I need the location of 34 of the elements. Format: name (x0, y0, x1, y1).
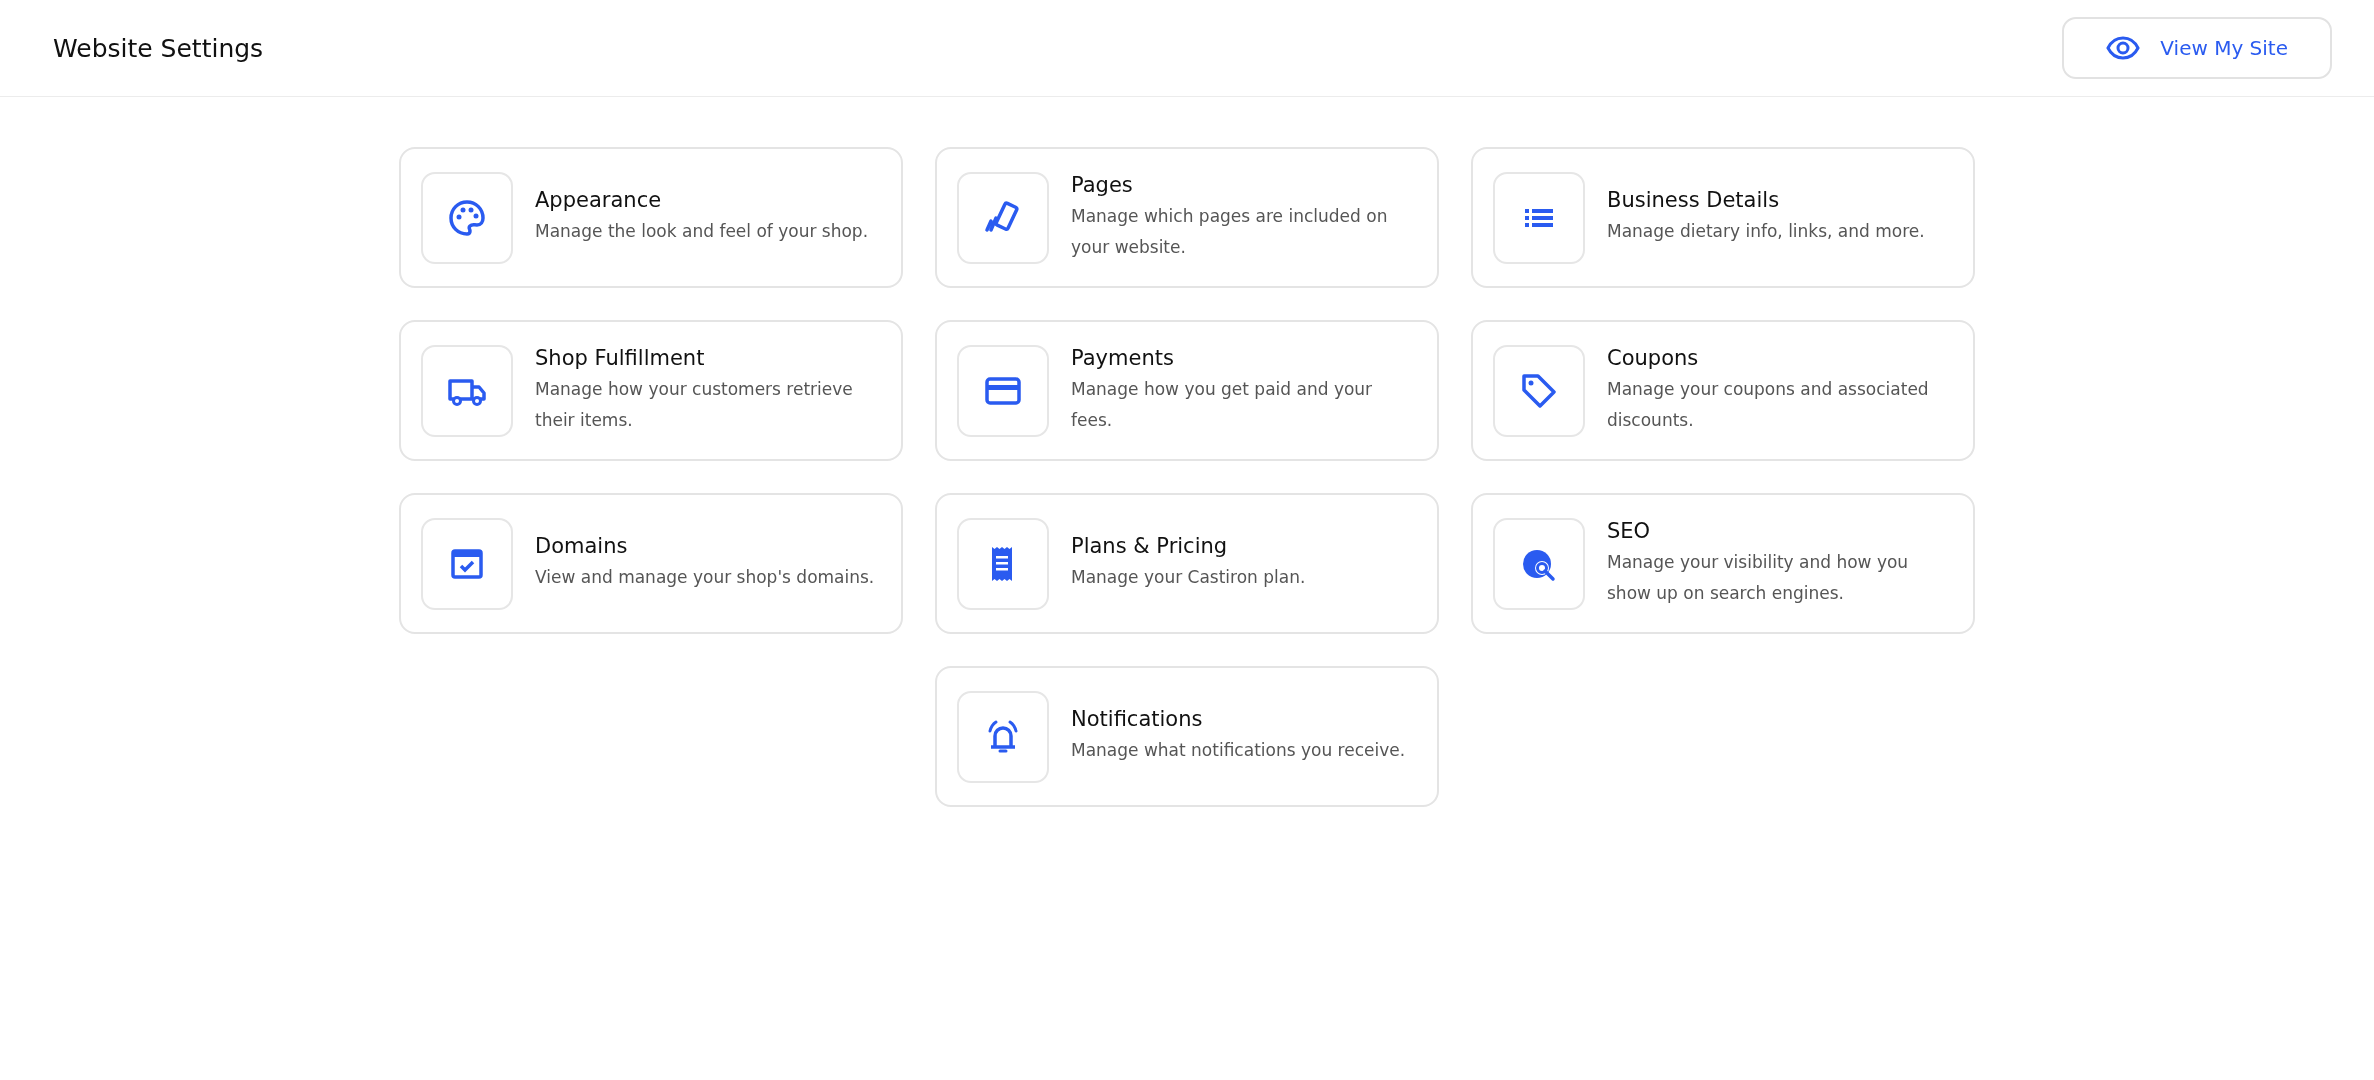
settings-card[interactable]: Plans & Pricing Manage your Castiron plan. (935, 493, 1439, 634)
card-description: Manage your visibility and how you show up on search engines. (1607, 550, 1910, 605)
card-title: Plans & Pricing (1071, 534, 1229, 558)
settings-card[interactable]: SEO Manage your visibility and how you show up on search engines. (1471, 493, 1975, 634)
card-description: Manage your Castiron plan. (1071, 566, 1306, 589)
card-title: Shop Fulfillment (535, 345, 706, 370)
card-description: Manage how your customers retrieve their items. (535, 377, 854, 432)
settings-card[interactable]: Shop Fulfillment Manage how your customers retrieve their items. (399, 320, 903, 461)
card-description: Manage what notifications you receive. (1071, 739, 1406, 762)
card-title: Pages (1071, 172, 1134, 197)
card-description: Manage your coupons and associated discounts. (1607, 377, 1930, 432)
settings-card[interactable]: Pages Manage which pages are included on your website. (935, 147, 1439, 288)
view-site-button[interactable]: View My Site (2062, 17, 2332, 79)
card-title: Domains (535, 534, 629, 558)
page-title: Website Settings (53, 33, 264, 63)
card-title: Appearance (535, 188, 663, 212)
palette-icon (447, 197, 487, 238)
card-title: Business Details (1607, 188, 1781, 212)
card-description: Manage the look and feel of your shop. (535, 220, 869, 243)
eye-icon (2106, 36, 2141, 60)
card-description: Manage which pages are included on your website. (1071, 204, 1389, 259)
settings-card[interactable]: Coupons Manage your coupons and associated discounts. (1471, 320, 1975, 461)
settings-card[interactable]: Appearance Manage the look and feel of your shop. (399, 147, 903, 288)
card-description: Manage how you get paid and your fees. (1071, 377, 1374, 432)
settings-card[interactable]: Notifications Manage what notifications you receive. (935, 666, 1439, 807)
settings-card[interactable]: Domains View and manage your shop's domains. (399, 493, 903, 634)
card-title: Payments (1071, 345, 1175, 370)
card-title: SEO (1607, 518, 1652, 543)
card-title: Coupons (1607, 345, 1700, 370)
settings-card[interactable]: Business Details Manage dietary info, links, and more. (1471, 147, 1975, 288)
settings-card[interactable]: Payments Manage how you get paid and your fees. (935, 320, 1439, 461)
card-title: Notifications (1071, 707, 1204, 731)
card-description: Manage dietary info, links, and more. (1607, 220, 1925, 243)
card-description: View and manage your shop's domains. (535, 566, 875, 589)
